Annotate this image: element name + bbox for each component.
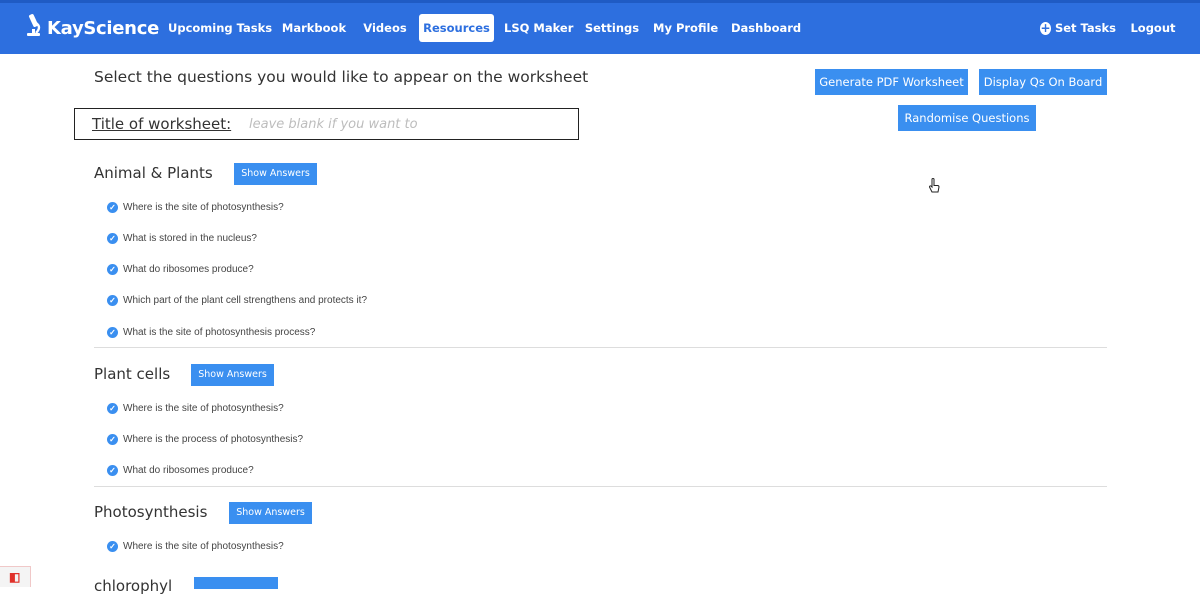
section-title-animal-plants: Animal & Plants [94,164,213,182]
worksheet-title-input[interactable] [249,114,569,134]
section-divider [94,486,1107,487]
question-text: Which part of the plant cell strengthens… [123,294,368,306]
section-title-plant-cells: Plant cells [94,365,171,383]
logout-link[interactable]: Logout [1128,14,1178,42]
top-navbar: KayScience Upcoming Tasks Markbook Video… [0,0,1200,54]
nav-lsq-maker[interactable]: LSQ Maker [504,14,573,42]
question-item[interactable]: ✓ Where is the site of photosynthesis? [107,538,284,554]
set-tasks-label: Set Tasks [1054,21,1116,35]
nav-resources[interactable]: Resources [419,14,494,42]
question-item[interactable]: ✓ What is the site of photosynthesis pro… [107,324,315,340]
nav-settings[interactable]: Settings [583,14,641,42]
show-answers-button[interactable] [194,577,278,589]
question-item[interactable]: ✓ Where is the site of photosynthesis? [107,199,284,215]
question-text: What is the site of photosynthesis proce… [123,326,316,338]
nav-dashboard[interactable]: Dashboard [731,14,801,42]
section-divider [94,347,1107,348]
display-qs-board-button[interactable]: Display Qs On Board [979,69,1107,95]
check-circle-icon: ✓ [107,232,118,244]
show-answers-button[interactable]: Show Answers [229,502,312,524]
check-circle-icon: ✓ [107,294,118,306]
hand-pointer-icon [928,178,940,193]
page-heading: Select the questions you would like to a… [94,68,589,86]
question-text: Where is the site of photosynthesis? [123,540,284,552]
question-text: What do ribosomes produce? [123,464,254,476]
set-tasks-button[interactable]: + Set Tasks [1040,14,1116,42]
worksheet-title-label: Title of worksheet: [92,115,232,133]
microscope-icon [24,13,44,44]
check-circle-icon: ✓ [107,402,118,414]
check-circle-icon: ✓ [107,201,118,213]
plus-circle-icon: + [1040,20,1051,35]
question-item[interactable]: ✓ What do ribosomes produce? [107,462,254,478]
question-text: What do ribosomes produce? [123,263,254,275]
brand-logo[interactable]: KayScience [24,13,159,44]
question-text: Where is the site of photosynthesis? [123,201,284,213]
check-circle-icon: ✓ [107,540,118,552]
nav-videos[interactable]: Videos [360,14,410,42]
nav-markbook[interactable]: Markbook [280,14,348,42]
check-circle-icon: ✓ [107,326,118,338]
question-text: What is stored in the nucleus? [123,232,257,244]
question-text: Where is the site of photosynthesis? [123,402,284,414]
check-circle-icon: ✓ [107,464,118,476]
question-item[interactable]: ✓ Which part of the plant cell strengthe… [107,292,367,308]
question-item[interactable]: ✓ Where is the process of photosynthesis… [107,431,303,447]
question-text: Where is the process of photosynthesis? [123,433,304,445]
question-item[interactable]: ✓ What is stored in the nucleus? [107,230,257,246]
question-item[interactable]: ✓ Where is the site of photosynthesis? [107,400,284,416]
check-circle-icon: ✓ [107,263,118,275]
laravel-logo-icon: ◧ [0,566,31,587]
nav-upcoming-tasks[interactable]: Upcoming Tasks [168,14,272,42]
question-item[interactable]: ✓ What do ribosomes produce? [107,261,254,277]
brand-name: KayScience [47,17,159,39]
navbar-top-border [0,0,1200,3]
worksheet-title-box: Title of worksheet: [74,108,579,140]
generate-pdf-button[interactable]: Generate PDF Worksheet [815,69,968,95]
section-title-chlorophyl: chlorophyl [94,577,173,595]
section-title-photosynthesis: Photosynthesis [94,503,208,521]
nav-my-profile[interactable]: My Profile [653,14,718,42]
check-circle-icon: ✓ [107,433,118,445]
randomise-questions-button[interactable]: Randomise Questions [898,105,1036,131]
show-answers-button[interactable]: Show Answers [234,163,317,185]
show-answers-button[interactable]: Show Answers [191,364,274,386]
